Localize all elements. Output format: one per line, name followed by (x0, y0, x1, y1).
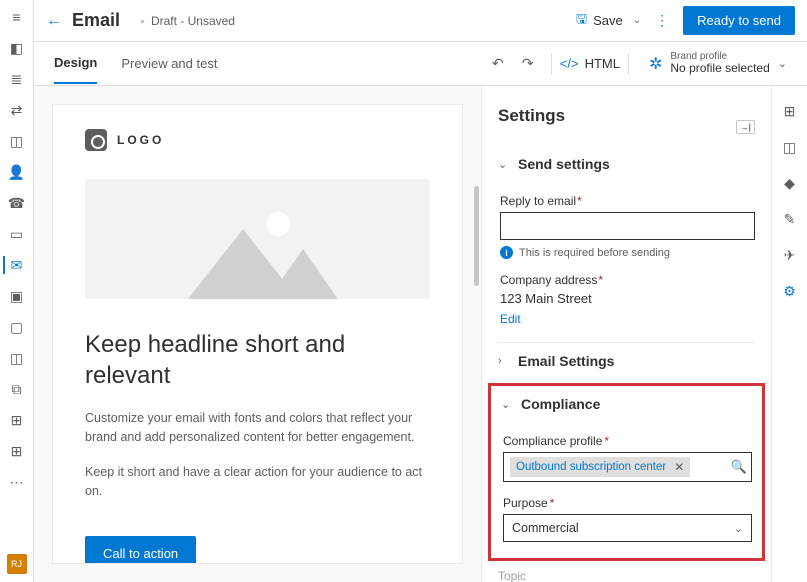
rail-item-8[interactable]: ▣ (8, 287, 26, 305)
section-compliance[interactable]: ⌄ Compliance (501, 394, 752, 422)
user-avatar[interactable]: RJ (7, 554, 27, 574)
personalize-icon[interactable]: ✎ (781, 210, 799, 228)
remove-tag-icon[interactable]: ✕ (674, 460, 684, 474)
settings-panel: Settings →| ⌄ Send settings Reply to ema… (481, 86, 771, 582)
compliance-highlight: ⌄ Compliance Compliance profile* Outboun… (488, 383, 765, 561)
email-body[interactable]: LOGO Keep headline short and relevant Cu… (52, 104, 463, 564)
rail-item-5[interactable]: ☎ (8, 194, 26, 212)
back-icon[interactable]: ← (46, 12, 62, 30)
rail-item-9[interactable]: ▢ (8, 318, 26, 336)
undo-icon[interactable]: ↶ (487, 53, 509, 75)
search-icon[interactable]: 🔍 (731, 459, 747, 475)
reply-to-input[interactable] (500, 212, 755, 240)
brand-value: No profile selected (670, 62, 769, 75)
rail-item-11[interactable]: ⧉ (8, 380, 26, 398)
cta-button[interactable]: Call to action (85, 536, 196, 564)
chevron-down-icon: ⌄ (778, 57, 787, 70)
chevron-down-icon: ⌄ (734, 522, 743, 535)
app-leftrail: ≡ ◧ ≣ ⇄ ◫ 👤 ☎ ▭ ✉ ▣ ▢ ◫ ⧉ ⊞ ⊞ ⋯ RJ (0, 0, 34, 582)
rail-item-1[interactable]: ≣ (8, 70, 26, 88)
sections-icon[interactable]: ◫ (781, 138, 799, 156)
rail-item-3[interactable]: ◫ (8, 132, 26, 150)
save-button[interactable]: 🖫 Save ⌄ (576, 10, 641, 32)
rail-item-6[interactable]: ▭ (8, 225, 26, 243)
right-rail: ⊞ ◫ ◆ ✎ ✈ ⚙ (771, 86, 807, 582)
rail-item-email[interactable]: ✉ (3, 256, 21, 274)
email-paragraph-1[interactable]: Customize your email with fonts and colo… (85, 409, 430, 447)
draft-status: Draft - Unsaved (140, 13, 235, 29)
rail-item-4[interactable]: 👤 (8, 163, 26, 181)
launch-icon[interactable]: ✈ (781, 246, 799, 264)
rail-item-13[interactable]: ⊞ (8, 442, 26, 460)
compliance-label: Compliance (521, 396, 600, 412)
rail-item-0[interactable]: ◧ (8, 39, 26, 57)
settings-title: Settings (498, 106, 755, 126)
info-icon: i (500, 246, 513, 259)
theme-icon[interactable]: ◆ (781, 174, 799, 192)
redo-icon[interactable]: ↷ (517, 53, 539, 75)
reply-to-label: Reply to email (500, 194, 755, 208)
html-toggle[interactable]: </> HTML (560, 56, 620, 71)
rail-item-10[interactable]: ◫ (8, 349, 26, 367)
email-canvas: LOGO Keep headline short and relevant Cu… (34, 86, 481, 582)
topic-label: Topic (498, 569, 755, 582)
reply-to-warning: i This is required before sending (500, 246, 755, 259)
add-element-icon[interactable]: ⊞ (781, 102, 799, 120)
save-icon: 🖫 (576, 10, 587, 32)
page-header: ← Email Draft - Unsaved 🖫 Save ⌄ ⋮ Ready… (34, 0, 807, 42)
brand-icon: ✲ (649, 54, 662, 74)
rail-item-14[interactable]: ⋯ (8, 473, 26, 491)
compliance-profile-label: Compliance profile* (503, 434, 752, 448)
canvas-scrollbar[interactable] (474, 186, 479, 286)
save-label: Save (593, 13, 623, 28)
purpose-select[interactable]: Commercial ⌄ (503, 514, 752, 542)
logo-icon (85, 129, 107, 151)
purpose-label: Purpose* (503, 496, 752, 510)
rail-item-2[interactable]: ⇄ (8, 101, 26, 119)
main-area: LOGO Keep headline short and relevant Cu… (34, 86, 807, 582)
tab-design[interactable]: Design (54, 43, 97, 84)
section-send-settings[interactable]: ⌄ Send settings (498, 146, 755, 182)
chevron-right-icon: › (498, 355, 510, 367)
image-placeholder[interactable] (85, 179, 430, 299)
settings-icon[interactable]: ⚙ (781, 282, 799, 300)
reply-to-warning-text: This is required before sending (519, 247, 670, 259)
purpose-value: Commercial (512, 521, 579, 535)
mountain-icon (168, 199, 348, 299)
email-logo: LOGO (85, 129, 430, 151)
tab-preview[interactable]: Preview and test (121, 44, 217, 83)
compliance-profile-lookup[interactable]: Outbound subscription center ✕ 🔍 (503, 452, 752, 482)
save-chevron-icon[interactable]: ⌄ (633, 15, 641, 26)
send-settings-label: Send settings (518, 156, 610, 172)
html-label: HTML (585, 56, 620, 71)
email-settings-label: Email Settings (518, 353, 614, 369)
compliance-profile-value: Outbound subscription center (516, 461, 666, 473)
ready-to-send-button[interactable]: Ready to send (683, 6, 795, 35)
edit-address-link[interactable]: Edit (500, 312, 521, 326)
tabbar: Design Preview and test ↶ ↷ </> HTML ✲ B… (34, 42, 807, 86)
code-icon: </> (560, 56, 579, 71)
compliance-profile-tag: Outbound subscription center ✕ (510, 457, 690, 477)
rail-item-12[interactable]: ⊞ (8, 411, 26, 429)
page-title: Email (72, 10, 120, 31)
chevron-down-icon: ⌄ (501, 398, 513, 411)
brand-profile-picker[interactable]: ✲ Brand profile No profile selected ⌄ (649, 51, 787, 75)
company-address-value: 123 Main Street (500, 291, 755, 306)
company-address-label: Company address (500, 273, 755, 287)
email-headline[interactable]: Keep headline short and relevant (85, 329, 430, 391)
more-icon[interactable]: ⋮ (655, 12, 669, 29)
email-paragraph-2[interactable]: Keep it short and have a clear action fo… (85, 463, 430, 501)
collapse-icon[interactable]: →| (736, 120, 755, 134)
chevron-down-icon: ⌄ (498, 158, 510, 171)
logo-text: LOGO (117, 133, 164, 147)
section-email-settings[interactable]: › Email Settings (498, 342, 755, 379)
hamburger-icon[interactable]: ≡ (8, 8, 26, 26)
